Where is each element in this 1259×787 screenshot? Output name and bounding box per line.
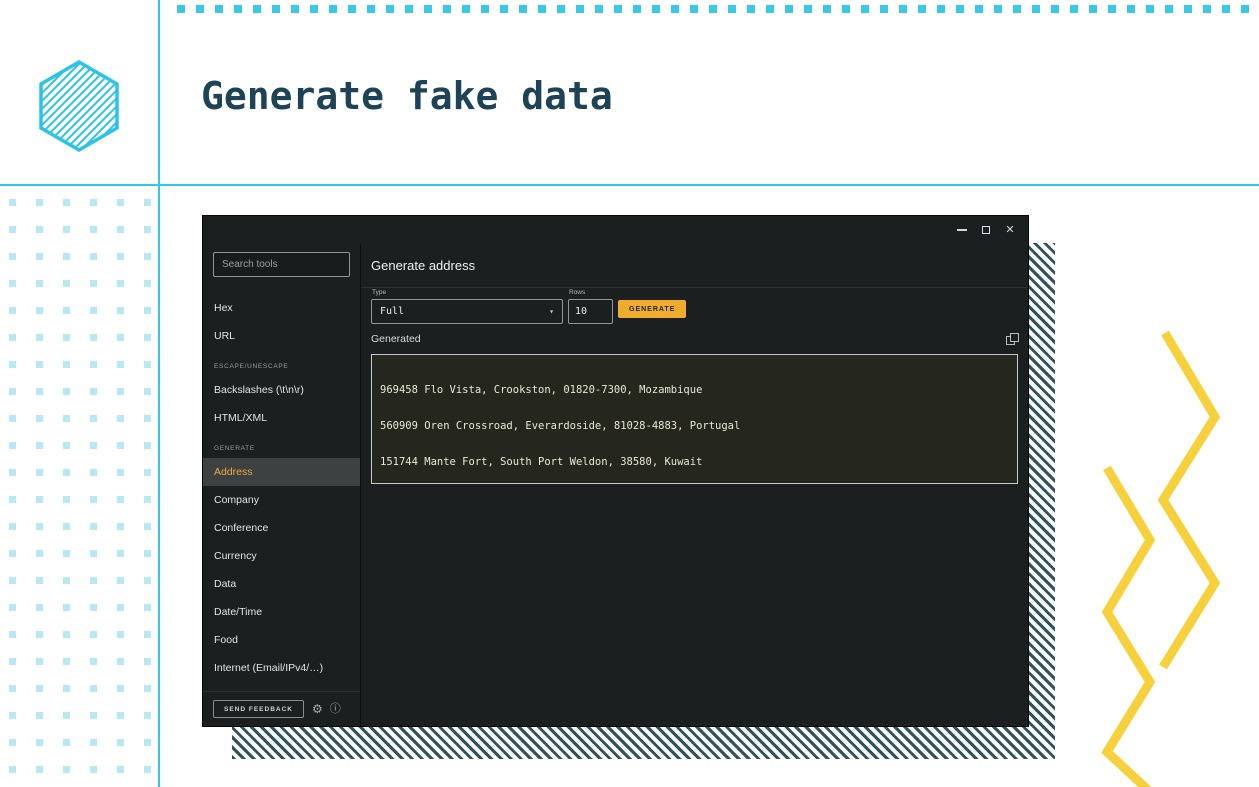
sidebar-item-company[interactable]: Company <box>203 486 360 514</box>
generate-button[interactable]: GENERATE <box>618 300 687 318</box>
generated-label: Generated <box>371 333 421 345</box>
sidebar-item-address[interactable]: Address <box>203 458 360 486</box>
copy-icon[interactable] <box>1006 333 1019 345</box>
output-line: 969458 Flo Vista, Crookston, 01820-7300,… <box>380 384 703 396</box>
sidebar-item-internet[interactable]: Internet (Email/IPv4/…) <box>203 654 360 682</box>
minimize-button[interactable] <box>952 220 972 240</box>
sidebar-item-html-xml[interactable]: HTML/XML <box>203 404 360 432</box>
info-icon[interactable]: ⓘ <box>330 703 341 715</box>
type-label: Type <box>372 289 387 296</box>
page-title: Generate fake data <box>201 74 613 118</box>
rows-input[interactable] <box>568 299 613 324</box>
app-window: ✕ Hex URL ESCAPE/UNESCAPE Backslashes (\… <box>202 215 1029 727</box>
sidebar-item-backslashes[interactable]: Backslashes (\t\n\r) <box>203 376 360 404</box>
type-field: Type Full ▾ <box>371 288 563 324</box>
sidebar-section-escape-unescape: ESCAPE/UNESCAPE <box>214 363 289 370</box>
chevron-down-icon: ▾ <box>549 307 554 316</box>
sidebar-item-datetime[interactable]: Date/Time <box>203 598 360 626</box>
type-select-value: Full <box>380 306 405 317</box>
hexagon-logo <box>39 60 119 152</box>
copy-icon-front <box>1010 333 1019 342</box>
maximize-icon <box>982 226 990 234</box>
output-line: 560909 Oren Crossroad, Everardoside, 810… <box>380 420 741 432</box>
send-feedback-button[interactable]: SEND FEEDBACK <box>213 700 304 718</box>
rows-label: Rows <box>569 289 586 296</box>
sidebar: Hex URL ESCAPE/UNESCAPE Backslashes (\t\… <box>203 244 361 726</box>
sidebar-nav: Hex URL ESCAPE/UNESCAPE Backslashes (\t\… <box>203 294 360 691</box>
sidebar-section-generate: GENERATE <box>214 445 255 452</box>
sidebar-item-hex[interactable]: Hex <box>203 294 360 322</box>
output-line: 151744 Mante Fort, South Port Weldon, 38… <box>380 456 703 468</box>
sidebar-item-conference[interactable]: Conference <box>203 514 360 542</box>
sidebar-item-data[interactable]: Data <box>203 570 360 598</box>
sidebar-footer: SEND FEEDBACK ⚙ ⓘ <box>203 691 360 726</box>
generated-output[interactable]: 969458 Flo Vista, Crookston, 01820-7300,… <box>371 354 1018 484</box>
generated-header-row: Generated <box>371 333 1019 345</box>
search-input[interactable] <box>213 252 350 277</box>
horizontal-accent-line <box>0 184 1259 186</box>
close-button[interactable]: ✕ <box>1000 220 1020 240</box>
maximize-button[interactable] <box>976 220 996 240</box>
sidebar-item-url[interactable]: URL <box>203 322 360 350</box>
rows-field: Rows <box>568 288 613 324</box>
type-select[interactable]: Full ▾ <box>371 299 563 324</box>
minimize-icon <box>957 229 967 231</box>
generator-form: Type Full ▾ Rows GENERATE <box>361 288 1028 324</box>
page: Generate fake data ✕ Hex URL ESC <box>0 0 1259 787</box>
sidebar-item-food[interactable]: Food <box>203 626 360 654</box>
zigzag-decoration <box>1101 330 1221 787</box>
close-icon: ✕ <box>1005 223 1015 236</box>
sidebar-item-currency[interactable]: Currency <box>203 542 360 570</box>
content-panel: Generate address Type Full ▾ Rows GENERA… <box>361 244 1028 726</box>
top-dashes-decoration <box>177 5 1259 13</box>
gear-icon[interactable]: ⚙ <box>312 703 323 715</box>
vertical-accent-line <box>158 0 160 787</box>
window-titlebar: ✕ <box>203 216 1028 244</box>
dot-grid <box>0 199 158 787</box>
tool-title: Generate address <box>361 244 1028 288</box>
